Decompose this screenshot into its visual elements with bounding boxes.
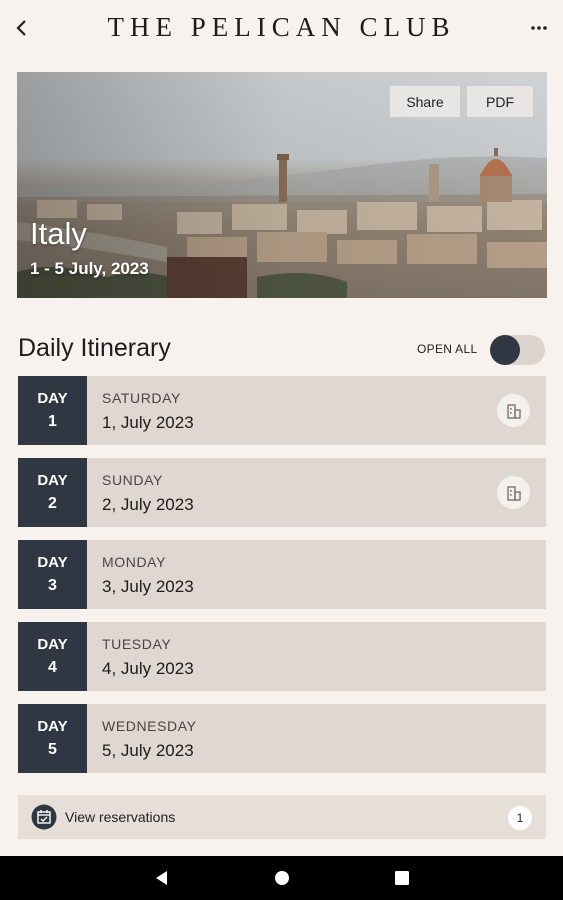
more-options-button[interactable] bbox=[523, 12, 555, 44]
day-weekday: WEDNESDAY bbox=[102, 718, 197, 734]
open-all-toggle[interactable] bbox=[487, 332, 545, 367]
day-label: DAY bbox=[37, 554, 68, 571]
day-label: DAY bbox=[37, 390, 68, 407]
more-horizontal-icon bbox=[531, 26, 547, 30]
building-icon bbox=[506, 403, 521, 419]
app-bar: THE PELICAN CLUB bbox=[0, 0, 563, 56]
day-label: DAY bbox=[37, 718, 68, 735]
view-reservations-label: View reservations bbox=[65, 809, 176, 825]
day-badge: DAY 4 bbox=[18, 622, 87, 691]
day-number: 3 bbox=[48, 577, 57, 594]
day-date: 4, July 2023 bbox=[102, 659, 194, 678]
recents-square-icon[interactable] bbox=[390, 866, 414, 890]
day-weekday: TUESDAY bbox=[102, 636, 172, 652]
day-badge: DAY 2 bbox=[18, 458, 87, 527]
day-weekday: SATURDAY bbox=[102, 390, 181, 406]
hotel-icon[interactable] bbox=[497, 476, 530, 509]
trip-dates: 1 - 5 July, 2023 bbox=[30, 259, 149, 278]
calendar-check-icon bbox=[31, 804, 57, 830]
system-nav-bar bbox=[0, 856, 563, 900]
day-date: 1, July 2023 bbox=[102, 413, 194, 432]
open-all-label: OPEN ALL bbox=[417, 342, 478, 356]
day-number: 4 bbox=[48, 659, 57, 676]
itinerary-heading: Daily Itinerary bbox=[18, 334, 171, 362]
day-badge: DAY 1 bbox=[18, 376, 87, 445]
day-number: 5 bbox=[48, 741, 57, 758]
day-number: 2 bbox=[48, 495, 57, 512]
reservations-count-badge: 1 bbox=[508, 806, 532, 830]
back-triangle-icon[interactable] bbox=[150, 866, 174, 890]
day-row-2[interactable]: DAY 2 SUNDAY 2, July 2023 bbox=[18, 458, 546, 527]
hotel-icon[interactable] bbox=[497, 394, 530, 427]
day-date: 2, July 2023 bbox=[102, 495, 194, 514]
day-label: DAY bbox=[37, 472, 68, 489]
app-title: THE PELICAN CLUB bbox=[107, 12, 456, 42]
pdf-button[interactable]: PDF bbox=[466, 85, 534, 118]
day-weekday: SUNDAY bbox=[102, 472, 163, 488]
building-icon bbox=[506, 485, 521, 501]
day-date: 5, July 2023 bbox=[102, 741, 194, 760]
day-badge: DAY 5 bbox=[18, 704, 87, 773]
day-date: 3, July 2023 bbox=[102, 577, 194, 596]
day-number: 1 bbox=[48, 413, 57, 430]
view-reservations-button[interactable]: View reservations 1 bbox=[18, 795, 546, 839]
day-row-3[interactable]: DAY 3 MONDAY 3, July 2023 bbox=[18, 540, 546, 609]
day-label: DAY bbox=[37, 636, 68, 653]
destination-banner: Share PDF Italy 1 - 5 July, 2023 bbox=[17, 72, 547, 298]
home-circle-icon[interactable] bbox=[270, 866, 294, 890]
day-weekday: MONDAY bbox=[102, 554, 167, 570]
day-badge: DAY 3 bbox=[18, 540, 87, 609]
day-row-5[interactable]: DAY 5 WEDNESDAY 5, July 2023 bbox=[18, 704, 546, 773]
share-button[interactable]: Share bbox=[389, 85, 461, 118]
day-row-4[interactable]: DAY 4 TUESDAY 4, July 2023 bbox=[18, 622, 546, 691]
destination-title: Italy bbox=[30, 216, 87, 251]
toggle-thumb bbox=[490, 335, 520, 365]
day-row-1[interactable]: DAY 1 SATURDAY 1, July 2023 bbox=[18, 376, 546, 445]
